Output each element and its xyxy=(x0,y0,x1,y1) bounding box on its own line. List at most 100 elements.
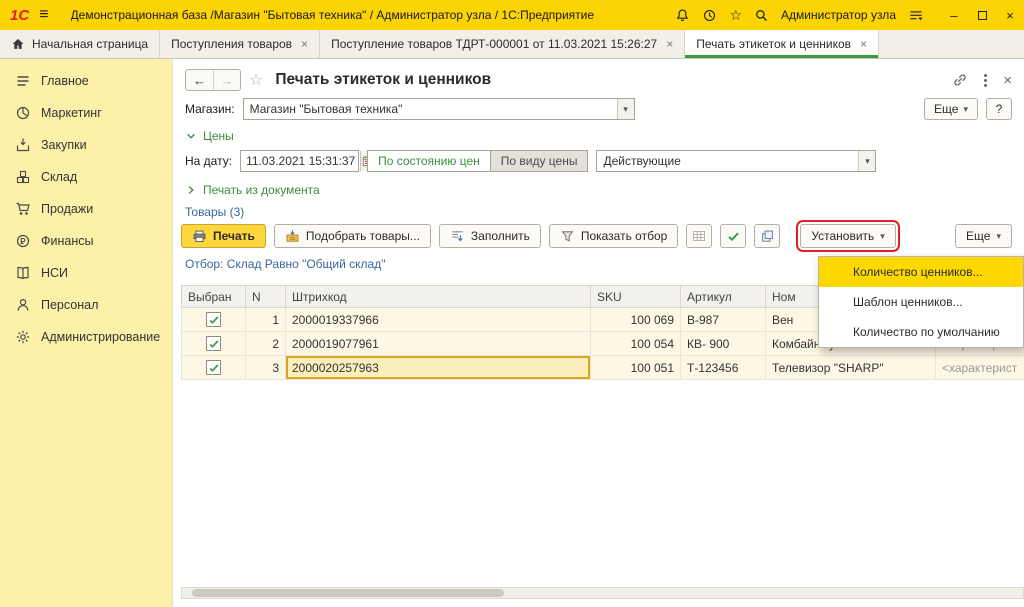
article-cell[interactable]: Т-123456 xyxy=(681,356,766,380)
main-menu-hamburger-icon[interactable]: ≡ xyxy=(39,6,48,24)
print-button[interactable]: Печать xyxy=(181,224,266,248)
sidebar-item-personal[interactable]: Персонал xyxy=(0,289,172,321)
1c-logo: 1С xyxy=(10,7,29,24)
minimize-button[interactable]: – xyxy=(940,0,968,30)
pick-goods-button[interactable]: Подобрать товары... xyxy=(274,224,431,248)
sidebar-item-zakupki[interactable]: Закупки xyxy=(0,129,172,161)
tab-print-labels[interactable]: Печать этикеток и ценников × xyxy=(685,30,879,58)
goods-count-label: Товары (3) xyxy=(185,205,1012,219)
help-button[interactable]: ? xyxy=(986,98,1012,120)
copy-icon-button[interactable] xyxy=(754,224,780,248)
row-number-cell[interactable]: 2 xyxy=(246,332,286,356)
barcode-cell-selected[interactable]: 2000020257963 xyxy=(286,356,591,380)
row-number-cell[interactable]: 1 xyxy=(246,308,286,332)
tab-goods-receipts[interactable]: Поступления товаров × xyxy=(160,30,320,58)
app-window: 1С ≡ Демонстрационная база /Магазин "Быт… xyxy=(0,0,1024,607)
barcode-cell[interactable]: 2000019077961 xyxy=(286,332,591,356)
sidebar-item-marketing[interactable]: Маркетинг xyxy=(0,97,172,129)
form-close-icon[interactable]: × xyxy=(1003,72,1012,89)
sidebar-item-glavnoe[interactable]: Главное xyxy=(0,65,172,97)
service-menu-icon[interactable] xyxy=(908,8,924,23)
date-input[interactable]: 11.03.2021 15:31:37 xyxy=(240,150,359,172)
forward-button[interactable]: → xyxy=(213,70,240,90)
menu-item-default-quantity[interactable]: Количество по умолчанию xyxy=(819,317,1023,347)
current-user[interactable]: Администратор узла xyxy=(781,8,896,22)
grid-settings-icon-button[interactable] xyxy=(686,224,712,248)
check-all-icon-button[interactable] xyxy=(720,224,746,248)
article-cell[interactable]: КВ- 900 xyxy=(681,332,766,356)
article-cell[interactable]: В-987 xyxy=(681,308,766,332)
checkbox-checked-icon[interactable] xyxy=(206,336,221,351)
back-button[interactable]: ← xyxy=(186,70,213,90)
tab-home[interactable]: Начальная страница xyxy=(0,30,160,58)
sidebar-item-administrirovanie[interactable]: Администрирование xyxy=(0,321,172,353)
store-select[interactable]: Магазин "Бытовая техника" ▾ xyxy=(243,98,635,120)
sidebar-item-label: Финансы xyxy=(41,234,93,248)
col-header-sku[interactable]: SKU xyxy=(591,286,681,308)
sidebar-item-label: Администрирование xyxy=(41,330,160,344)
set-label: Установить xyxy=(811,229,874,243)
horizontal-scrollbar[interactable] xyxy=(181,587,1024,599)
favorite-star-icon[interactable]: ☆ xyxy=(249,70,263,90)
more-button-top[interactable]: Еще ▾ xyxy=(924,98,978,120)
scrollbar-thumb[interactable] xyxy=(192,589,504,597)
chevron-down-icon: ▾ xyxy=(963,104,968,115)
barcode-cell[interactable]: 2000019337966 xyxy=(286,308,591,332)
sidebar-item-sklad[interactable]: Склад xyxy=(0,161,172,193)
filter-value[interactable]: Склад Равно "Общий склад" xyxy=(227,257,386,271)
maximize-button[interactable] xyxy=(968,0,996,30)
gear-icon xyxy=(14,329,31,345)
row-checkbox-cell[interactable] xyxy=(182,308,246,332)
row-number-cell[interactable]: 3 xyxy=(246,356,286,380)
toggle-by-price-kind[interactable]: По виду цены xyxy=(491,150,589,172)
close-window-button[interactable]: × xyxy=(996,0,1024,30)
sku-cell[interactable]: 100 054 xyxy=(591,332,681,356)
set-dropdown-menu: Количество ценников... Шаблон ценников..… xyxy=(818,256,1024,348)
menu-item-price-tag-template[interactable]: Шаблон ценников... xyxy=(819,287,1023,317)
row-checkbox-cell[interactable] xyxy=(182,332,246,356)
fill-button[interactable]: Заполнить xyxy=(439,224,541,248)
sidebar-item-finansy[interactable]: Финансы xyxy=(0,225,172,257)
more-button-toolbar[interactable]: Еще ▾ xyxy=(955,224,1012,248)
date-value: 11.03.2021 15:31:37 xyxy=(241,151,360,171)
sku-cell[interactable]: 100 051 xyxy=(591,356,681,380)
tabbar: Начальная страница Поступления товаров ×… xyxy=(0,30,1024,59)
notifications-bell-icon[interactable] xyxy=(675,8,690,23)
sidebar-item-nsi[interactable]: НСИ xyxy=(0,257,172,289)
sections-panel: Главное Маркетинг Закупки Склад Продажи … xyxy=(0,59,172,607)
checkbox-checked-icon[interactable] xyxy=(206,360,221,375)
col-header-barcode[interactable]: Штрихкод xyxy=(286,286,591,308)
link-icon[interactable] xyxy=(952,72,968,88)
form-print-labels: ← → ☆ Печать этикеток и ценников × Магаз… xyxy=(172,59,1024,607)
sku-cell[interactable]: 100 069 xyxy=(591,308,681,332)
history-icon[interactable] xyxy=(702,8,717,23)
chevron-down-icon xyxy=(185,130,197,142)
prices-section-toggle[interactable]: Цены xyxy=(185,129,1012,143)
tab-close-icon[interactable]: × xyxy=(860,37,867,51)
chevron-down-icon[interactable]: ▾ xyxy=(617,99,634,119)
tab-close-icon[interactable]: × xyxy=(301,37,308,51)
col-header-n[interactable]: N xyxy=(246,286,286,308)
tab-close-icon[interactable]: × xyxy=(666,37,673,51)
toggle-by-price-state[interactable]: По состоянию цен xyxy=(367,150,491,172)
show-filter-button[interactable]: Показать отбор xyxy=(549,224,678,248)
col-header-checked[interactable]: Выбран xyxy=(182,286,246,308)
checkbox-checked-icon[interactable] xyxy=(206,312,221,327)
row-checkbox-cell[interactable] xyxy=(182,356,246,380)
tab-goods-receipt-document[interactable]: Поступление товаров ТДРТ-000001 от 11.03… xyxy=(320,30,685,58)
favorites-star-icon[interactable]: ☆ xyxy=(729,7,742,24)
sidebar-item-prodazhi[interactable]: Продажи xyxy=(0,193,172,225)
search-icon[interactable] xyxy=(754,8,769,23)
col-header-article[interactable]: Артикул xyxy=(681,286,766,308)
nomenclature-cell[interactable]: Телевизор "SHARP" xyxy=(766,356,936,380)
grid-icon xyxy=(691,228,707,244)
price-type-select[interactable]: Действующие ▾ xyxy=(596,150,876,172)
warehouse-grid-icon xyxy=(14,169,31,185)
set-button[interactable]: Установить ▾ xyxy=(800,224,896,248)
chevron-down-icon[interactable]: ▾ xyxy=(858,151,875,171)
kebab-menu-icon[interactable] xyxy=(982,72,989,89)
menu-item-price-tag-quantity[interactable]: Количество ценников... xyxy=(819,257,1023,287)
characteristic-cell[interactable]: <характерист xyxy=(936,356,1024,380)
sidebar-item-label: Маркетинг xyxy=(41,106,102,120)
print-from-document-section-toggle[interactable]: Печать из документа xyxy=(185,183,1012,197)
